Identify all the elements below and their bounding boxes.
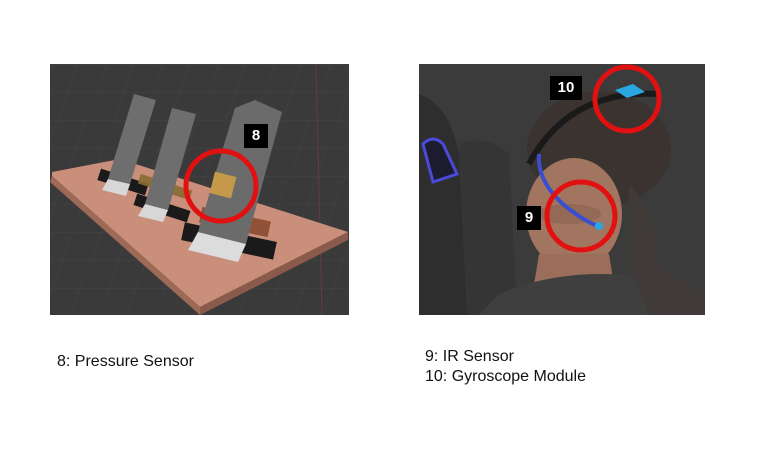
caption-ir-sensor: 9: IR Sensor — [425, 348, 514, 365]
pedal-render-image — [50, 64, 349, 315]
pedal-render-graphic — [50, 64, 349, 315]
caption-pressure-sensor: 8: Pressure Sensor — [57, 353, 194, 370]
label-8: 8 — [244, 124, 268, 148]
caption-gyroscope-module: 10: Gyroscope Module — [425, 368, 586, 385]
label-10: 10 — [550, 76, 582, 100]
driver-render-image — [419, 64, 705, 315]
label-9: 9 — [517, 206, 541, 230]
driver-render-graphic — [419, 64, 705, 315]
